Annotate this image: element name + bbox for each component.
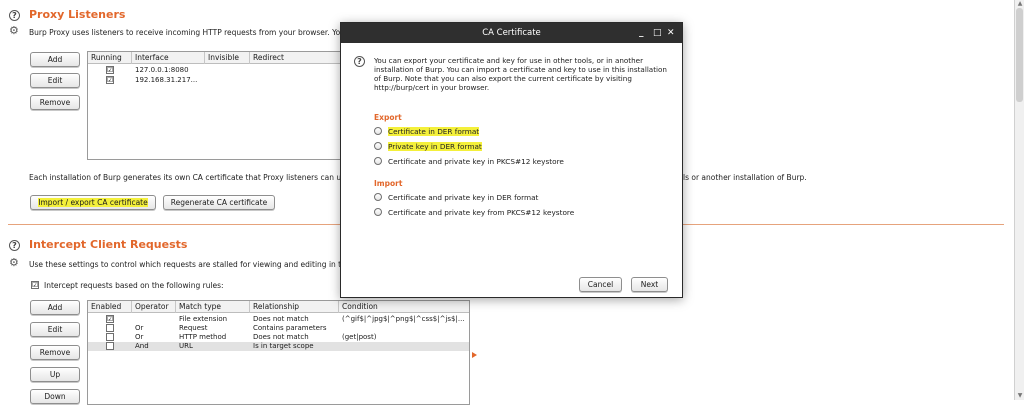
cancel-button[interactable]: Cancel <box>579 277 622 292</box>
relationship-cell: Does not match <box>253 315 309 323</box>
match-type-cell: URL <box>179 342 193 350</box>
operator-cell: And <box>135 342 149 350</box>
import-heading: Import <box>374 179 403 188</box>
enabled-checkbox[interactable] <box>106 342 114 350</box>
column-header[interactable]: Match type <box>176 301 250 313</box>
enabled-checkbox[interactable]: ☑ <box>106 315 114 323</box>
enabled-checkbox[interactable] <box>106 324 114 332</box>
help-icon[interactable]: ? <box>9 240 20 251</box>
running-checkbox[interactable]: ☑ <box>106 76 114 84</box>
intercept-description: Use these settings to control which requ… <box>29 260 356 269</box>
radio-button[interactable] <box>374 208 382 216</box>
enabled-checkbox[interactable] <box>106 333 114 341</box>
intercept-rules-table[interactable]: Enabled Operator Match type Relationship… <box>87 300 470 405</box>
condition-cell: (get|post) <box>342 333 377 341</box>
minimize-icon[interactable]: _ <box>639 23 644 43</box>
export-option-label: Certificate and private key in PKCS#12 k… <box>388 157 564 166</box>
intercept-remove-button[interactable]: Remove <box>30 345 80 360</box>
ca-description-continued: ls or another installation of Burp. <box>683 173 807 182</box>
intercept-edit-button[interactable]: Edit <box>30 322 80 337</box>
dialog-titlebar[interactable]: CA Certificate <box>341 23 682 43</box>
intercept-up-button[interactable]: Up <box>30 367 80 382</box>
column-header[interactable]: Enabled <box>88 301 132 313</box>
next-button[interactable]: Next <box>631 277 668 292</box>
condition-cell: (^gif$|^jpg$|^png$|^css$|^js$|... <box>342 315 465 323</box>
scroll-down-icon[interactable]: ▼ <box>1016 392 1024 400</box>
radio-button[interactable] <box>374 142 382 150</box>
table-header: Running Interface Invisible Redirect <box>88 52 341 64</box>
ca-certificate-dialog: CA Certificate _ □ ✕ ? You can export yo… <box>340 22 683 298</box>
condition-cell <box>339 342 469 351</box>
help-icon[interactable]: ? <box>9 10 20 21</box>
import-export-ca-button[interactable]: Import / export CA certificate <box>30 195 156 210</box>
maximize-icon[interactable]: □ <box>653 23 662 43</box>
gear-icon[interactable]: ⚙ <box>9 257 19 268</box>
running-checkbox[interactable]: ☑ <box>106 66 114 74</box>
match-type-cell: File extension <box>179 315 228 323</box>
scrollbar-thumb[interactable] <box>1016 8 1023 102</box>
proxy-add-button[interactable]: Add <box>30 52 80 67</box>
radio-button[interactable] <box>374 157 382 165</box>
export-option-label: Certificate in DER format <box>388 127 480 136</box>
dialog-intro-text: You can export your certificate and key … <box>374 56 667 92</box>
relationship-cell: Does not match <box>253 333 309 341</box>
table-header: Enabled Operator Match type Relationship… <box>88 301 469 313</box>
export-heading: Export <box>374 113 402 122</box>
operator-cell <box>132 315 176 324</box>
match-type-cell: HTTP method <box>179 333 227 341</box>
intercept-checkbox[interactable]: ☑ <box>31 281 39 289</box>
table-row[interactable]: ☑ 192.168.31.217... <box>88 76 341 85</box>
import-option-label: Certificate and private key in DER forma… <box>388 193 539 202</box>
vertical-scrollbar[interactable]: ▲ ▼ <box>1014 0 1024 400</box>
interface-cell: 127.0.0.1:8080 <box>135 66 189 74</box>
operator-cell: Or <box>135 324 144 332</box>
relationship-cell: Is in target scope <box>253 342 314 350</box>
column-header[interactable]: Redirect <box>250 52 341 64</box>
gear-icon[interactable]: ⚙ <box>9 25 19 36</box>
table-row[interactable]: ☑ File extension Does not match (^gif$|^… <box>88 315 469 324</box>
match-type-cell: Request <box>179 324 208 332</box>
table-row[interactable]: And URL Is in target scope <box>88 342 469 351</box>
intercept-down-button[interactable]: Down <box>30 389 80 404</box>
dialog-title: CA Certificate <box>482 28 541 38</box>
column-header[interactable]: Relationship <box>250 301 339 313</box>
intercept-add-button[interactable]: Add <box>30 300 80 315</box>
regenerate-ca-button[interactable]: Regenerate CA certificate <box>163 195 275 210</box>
column-header[interactable]: Running <box>88 52 132 64</box>
table-row[interactable]: Or Request Contains parameters <box>88 324 469 333</box>
radio-button[interactable] <box>374 127 382 135</box>
column-header[interactable]: Condition <box>339 301 469 313</box>
operator-cell: Or <box>135 333 144 341</box>
proxy-edit-button[interactable]: Edit <box>30 73 80 88</box>
ca-description: Each installation of Burp generates its … <box>29 173 350 182</box>
relationship-cell: Contains parameters <box>253 324 327 332</box>
condition-cell <box>339 324 469 333</box>
import-option-label: Certificate and private key from PKCS#12… <box>388 208 575 217</box>
column-header[interactable]: Invisible <box>205 52 250 64</box>
intercept-checkbox-label: Intercept requests based on the followin… <box>44 281 224 290</box>
help-icon[interactable]: ? <box>354 56 365 67</box>
column-header[interactable]: Operator <box>132 301 176 313</box>
radio-button[interactable] <box>374 193 382 201</box>
interface-cell: 192.168.31.217... <box>135 76 198 84</box>
expand-arrow-icon[interactable] <box>472 352 477 358</box>
table-row[interactable]: Or HTTP method Does not match (get|post) <box>88 333 469 342</box>
section-title-intercept: Intercept Client Requests <box>29 238 188 251</box>
proxy-remove-button[interactable]: Remove <box>30 95 80 110</box>
export-option-label: Private key in DER format <box>388 142 482 151</box>
proxy-description: Burp Proxy uses listeners to receive inc… <box>29 28 346 37</box>
close-icon[interactable]: ✕ <box>667 23 675 43</box>
table-row[interactable]: ☑ 127.0.0.1:8080 <box>88 66 341 75</box>
scroll-up-icon[interactable]: ▲ <box>1016 0 1024 8</box>
proxy-listeners-table[interactable]: Running Interface Invisible Redirect ☑ 1… <box>87 51 342 160</box>
section-title-proxy-listeners: Proxy Listeners <box>29 8 126 21</box>
column-header[interactable]: Interface <box>132 52 205 64</box>
